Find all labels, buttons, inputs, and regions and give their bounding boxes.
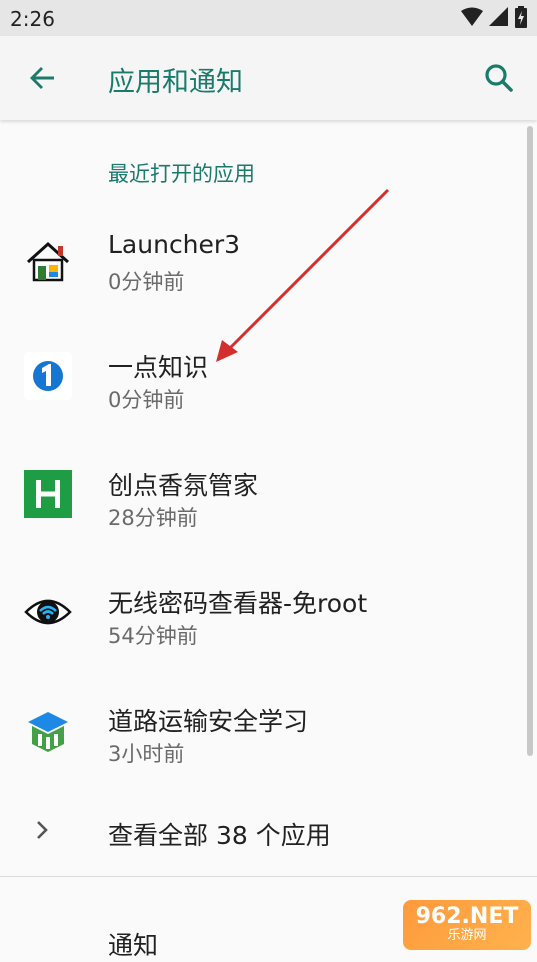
app-last-used: 0分钟前 — [108, 270, 185, 294]
status-time: 2:26 — [10, 7, 55, 31]
app-row-road-safety[interactable]: 道路运输安全学习 3小时前 — [0, 672, 537, 790]
app-row-launcher3[interactable]: Launcher3 0分钟前 — [0, 200, 537, 318]
divider — [0, 876, 537, 877]
app-name: 无线密码查看器-免root — [108, 589, 368, 618]
watermark-top-text: 962.NET — [415, 904, 519, 929]
see-all-apps-label: 查看全部 38 个应用 — [108, 821, 331, 850]
section-header-recent-apps: 最近打开的应用 — [108, 162, 255, 186]
launcher-house-icon — [26, 241, 70, 282]
app-last-used: 3小时前 — [108, 742, 185, 766]
notifications-item[interactable]: 通知 — [108, 926, 158, 962]
watermark-bottom-text: 乐游网 — [447, 928, 487, 943]
see-all-apps-row[interactable]: 查看全部 38 个应用 — [0, 790, 537, 870]
search-icon — [485, 64, 513, 92]
chevron-right-icon — [37, 821, 48, 839]
scrollbar[interactable] — [527, 126, 533, 756]
search-button[interactable] — [479, 58, 519, 98]
app-row-yidian-zhishi[interactable]: 一点知识 0分钟前 — [0, 318, 537, 436]
status-icons — [461, 6, 527, 28]
arrow-back-icon — [30, 67, 54, 89]
app-name: 一点知识 — [108, 353, 209, 382]
watermark-logo: 962.NET 乐游网 — [403, 900, 531, 950]
app-name: 道路运输安全学习 — [108, 707, 309, 736]
wifi-eye-icon — [24, 599, 72, 625]
app-last-used: 28分钟前 — [108, 506, 198, 530]
status-bar: 2:26 — [0, 0, 537, 36]
road-safety-logo-icon — [28, 712, 68, 752]
yidian-zhishi-logo-icon — [24, 352, 72, 400]
app-bar: 应用和通知 — [0, 36, 537, 120]
app-name: 创点香氛管家 — [108, 471, 259, 500]
battery-icon — [515, 6, 527, 28]
app-row-wifi-password[interactable]: 无线密码查看器-免root 54分钟前 — [0, 554, 537, 672]
page-title: 应用和通知 — [108, 67, 243, 98]
wifi-icon — [461, 7, 483, 26]
app-last-used: 54分钟前 — [108, 624, 198, 648]
app-row-chuangdian[interactable]: 创点香氛管家 28分钟前 — [0, 436, 537, 554]
back-button[interactable] — [22, 58, 62, 98]
app-last-used: 0分钟前 — [108, 388, 185, 412]
signal-icon — [489, 7, 508, 26]
app-name: Launcher3 — [108, 230, 241, 259]
chuangdian-h-logo-icon — [24, 470, 72, 518]
